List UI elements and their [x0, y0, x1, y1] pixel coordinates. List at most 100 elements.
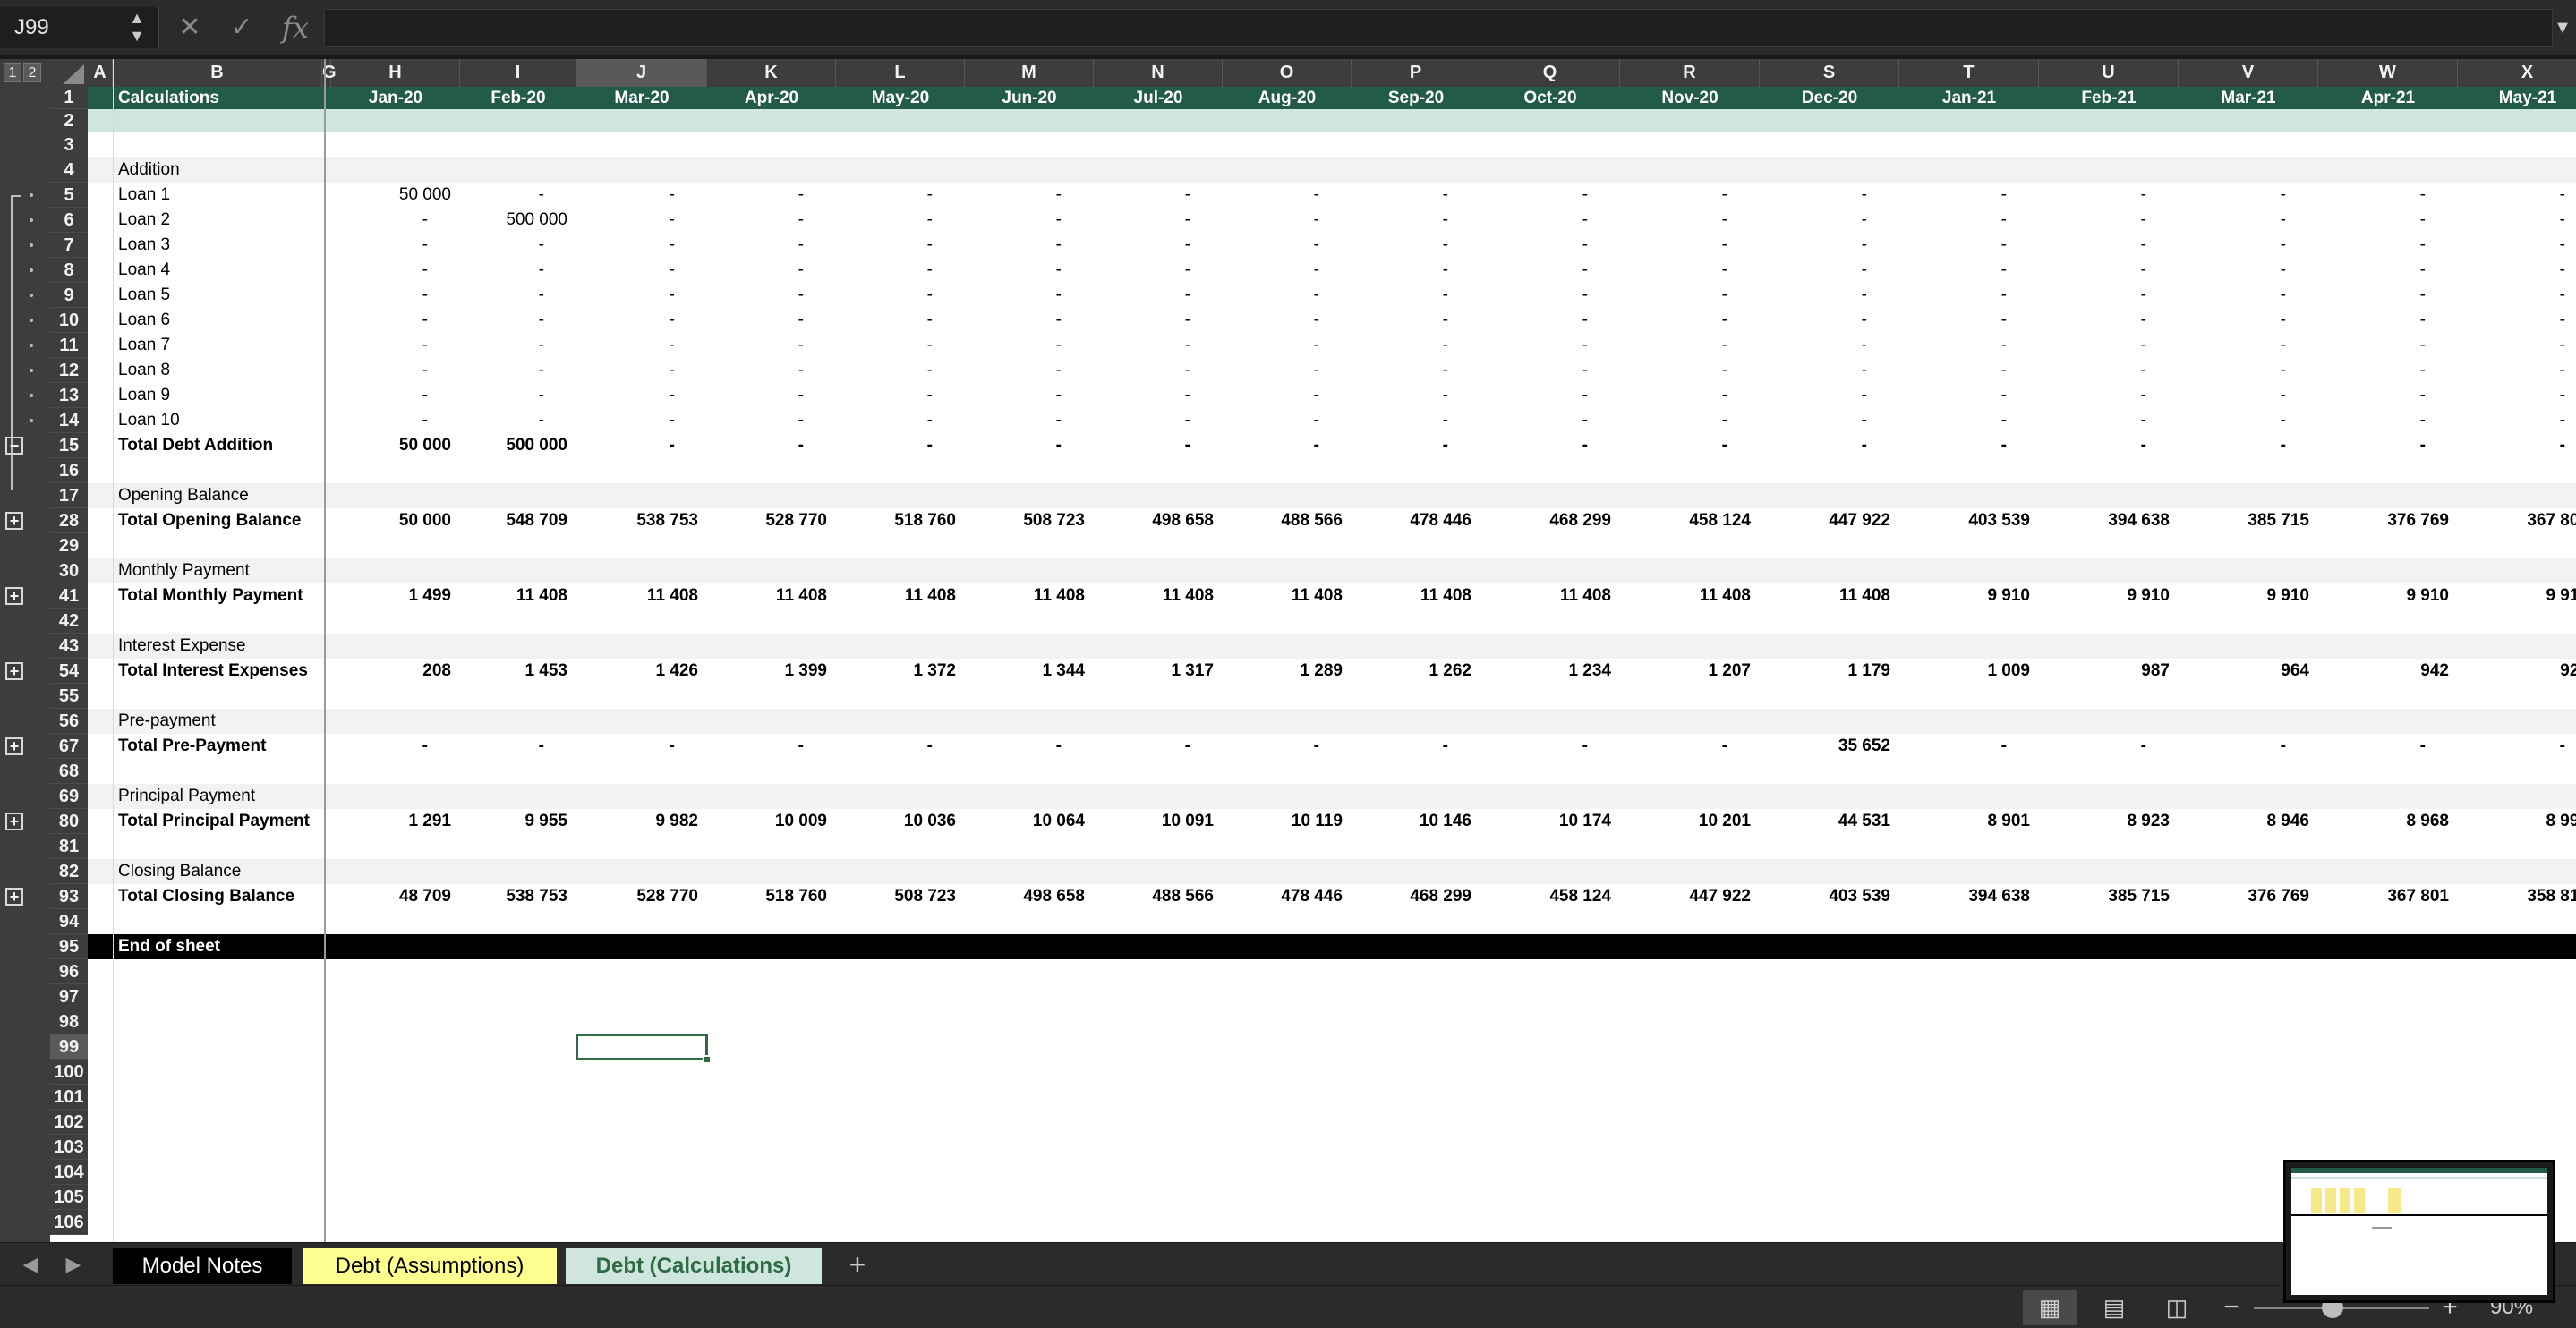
- value-cell[interactable]: -: [836, 433, 965, 458]
- value-cell[interactable]: -: [836, 358, 965, 383]
- value-cell[interactable]: -: [576, 408, 707, 433]
- value-cell[interactable]: -: [2458, 333, 2576, 358]
- value-cell[interactable]: 9 910: [2318, 583, 2458, 609]
- value-cell[interactable]: -: [836, 283, 965, 308]
- value-cell[interactable]: 403 539: [1760, 884, 1899, 909]
- page-layout-view-icon[interactable]: ▤: [2087, 1290, 2141, 1325]
- value-cell[interactable]: -: [576, 283, 707, 308]
- value-cell[interactable]: -: [836, 183, 965, 208]
- column-header-u[interactable]: U: [2039, 59, 2179, 87]
- value-cell[interactable]: -: [1620, 208, 1760, 233]
- value-cell[interactable]: 1 234: [1480, 659, 1620, 684]
- value-cell[interactable]: 1 453: [460, 659, 576, 684]
- value-cell[interactable]: -: [836, 734, 965, 759]
- column-header-l[interactable]: L: [836, 59, 965, 87]
- value-cell[interactable]: -: [1352, 408, 1480, 433]
- value-cell[interactable]: 920: [2458, 659, 2576, 684]
- value-cell[interactable]: 8 923: [2039, 809, 2179, 834]
- row-header-56[interactable]: 56: [50, 709, 88, 734]
- value-cell[interactable]: 488 566: [1094, 884, 1223, 909]
- value-cell[interactable]: -: [331, 383, 460, 408]
- value-cell[interactable]: -: [1480, 408, 1620, 433]
- value-cell[interactable]: 10 119: [1223, 809, 1352, 834]
- previous-sheet-icon[interactable]: ◀: [16, 1243, 45, 1286]
- function-icon[interactable]: fx: [277, 9, 313, 47]
- value-cell[interactable]: -: [707, 734, 836, 759]
- row-cells[interactable]: [88, 984, 2576, 1009]
- zoom-out-button[interactable]: −: [2218, 1290, 2245, 1325]
- column-header-v[interactable]: V: [2179, 59, 2318, 87]
- value-cell[interactable]: 458 124: [1480, 884, 1620, 909]
- value-cell[interactable]: -: [1223, 283, 1352, 308]
- value-cell[interactable]: -: [1223, 358, 1352, 383]
- row-label[interactable]: End of sheet: [118, 934, 220, 959]
- value-cell[interactable]: 1 499: [331, 583, 460, 609]
- month-header-cell[interactable]: Apr-20: [707, 87, 836, 109]
- select-all-icon[interactable]: [63, 64, 84, 84]
- expand-group-button[interactable]: +: [5, 813, 23, 830]
- row-header-14[interactable]: 14: [50, 408, 88, 433]
- value-cell[interactable]: -: [707, 408, 836, 433]
- row-label[interactable]: Loan 6: [118, 308, 170, 333]
- value-cell[interactable]: -: [1899, 358, 2039, 383]
- value-cell[interactable]: 10 201: [1620, 809, 1760, 834]
- column-header-p[interactable]: P: [1352, 59, 1480, 87]
- row-label[interactable]: Loan 5: [118, 283, 170, 308]
- month-header-cell[interactable]: Feb-21: [2039, 87, 2179, 109]
- row-header-29[interactable]: 29: [50, 533, 88, 558]
- value-cell[interactable]: -: [2458, 383, 2576, 408]
- value-cell[interactable]: -: [2318, 308, 2458, 333]
- row-header-99[interactable]: 99: [50, 1034, 88, 1060]
- month-header-cell[interactable]: Mar-20: [576, 87, 707, 109]
- tab-debt-calculations[interactable]: Debt (Calculations): [566, 1248, 822, 1284]
- outline-level-2-button[interactable]: 2: [23, 63, 41, 82]
- expand-group-button[interactable]: +: [5, 512, 23, 530]
- value-cell[interactable]: -: [1223, 208, 1352, 233]
- value-cell[interactable]: 50 000: [331, 183, 460, 208]
- value-cell[interactable]: -: [2179, 333, 2318, 358]
- value-cell[interactable]: 9 910: [2179, 583, 2318, 609]
- value-cell[interactable]: -: [1352, 383, 1480, 408]
- value-cell[interactable]: -: [331, 734, 460, 759]
- row-label[interactable]: Loan 7: [118, 333, 170, 358]
- value-cell[interactable]: 987: [2039, 659, 2179, 684]
- value-cell[interactable]: -: [2039, 358, 2179, 383]
- value-cell[interactable]: -: [707, 383, 836, 408]
- row-header-69[interactable]: 69: [50, 784, 88, 809]
- value-cell[interactable]: -: [965, 283, 1094, 308]
- row-header-68[interactable]: 68: [50, 759, 88, 784]
- row-cells[interactable]: Loan 2-500 000- - - - - - - - - - - - - - -: [88, 208, 2576, 233]
- value-cell[interactable]: -: [1480, 258, 1620, 283]
- row-header-42[interactable]: 42: [50, 609, 88, 634]
- row-cells[interactable]: [88, 759, 2576, 784]
- value-cell[interactable]: -: [965, 258, 1094, 283]
- row-cells[interactable]: [88, 834, 2576, 859]
- chevron-down-icon[interactable]: ▼: [2553, 9, 2572, 47]
- value-cell[interactable]: 11 408: [1223, 583, 1352, 609]
- row-cells[interactable]: [88, 959, 2576, 984]
- value-cell[interactable]: 528 770: [576, 884, 707, 909]
- value-cell[interactable]: -: [1223, 433, 1352, 458]
- section-label[interactable]: Interest Expense: [118, 634, 246, 659]
- value-cell[interactable]: -: [1620, 383, 1760, 408]
- section-label[interactable]: Opening Balance: [118, 483, 249, 508]
- value-cell[interactable]: -: [1480, 183, 1620, 208]
- value-cell[interactable]: 1 344: [965, 659, 1094, 684]
- value-cell[interactable]: -: [1094, 233, 1223, 258]
- value-cell[interactable]: -: [1223, 233, 1352, 258]
- value-cell[interactable]: -: [1352, 233, 1480, 258]
- row-header-80[interactable]: 80: [50, 809, 88, 834]
- row-cells[interactable]: Total Opening Balance 50 000 548 709 538 75…: [88, 508, 2576, 533]
- value-cell[interactable]: -: [836, 408, 965, 433]
- value-cell[interactable]: 1 207: [1620, 659, 1760, 684]
- value-cell[interactable]: -: [1760, 258, 1899, 283]
- column-header-t[interactable]: T: [1899, 59, 2039, 87]
- row-header-12[interactable]: 12: [50, 358, 88, 383]
- value-cell[interactable]: 468 299: [1480, 508, 1620, 533]
- row-cells[interactable]: [88, 1210, 2576, 1235]
- value-cell[interactable]: -: [1620, 233, 1760, 258]
- value-cell[interactable]: 9 910: [2458, 583, 2576, 609]
- column-header-x[interactable]: X: [2458, 59, 2576, 87]
- row-cells[interactable]: Total Pre-Payment - - - - - - - - - - -35 652- - - - -: [88, 734, 2576, 759]
- value-cell[interactable]: -: [1094, 208, 1223, 233]
